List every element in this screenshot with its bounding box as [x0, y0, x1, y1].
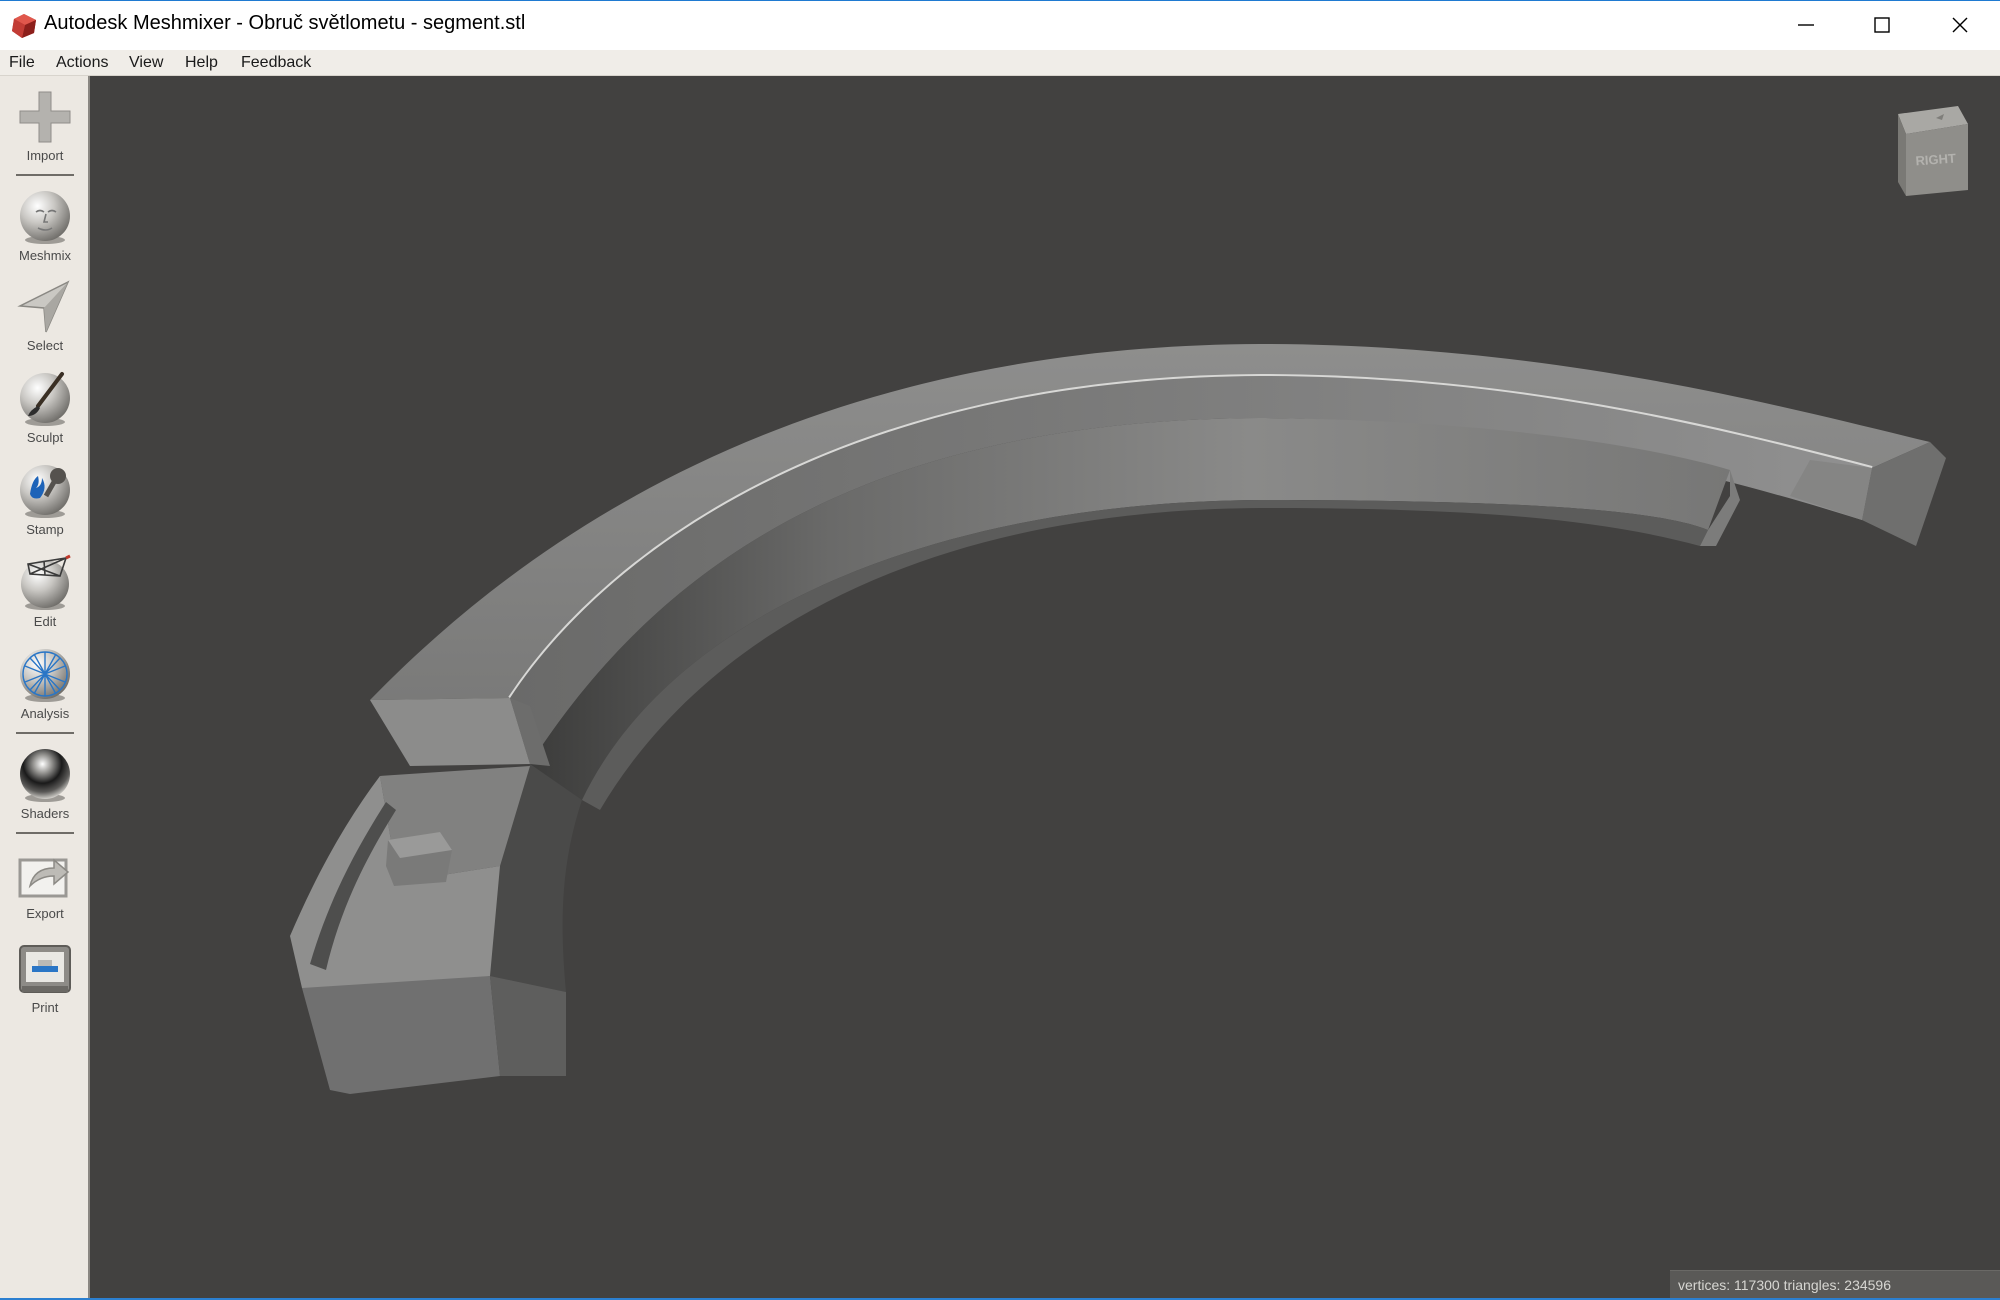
tool-sculpt[interactable]: Sculpt: [0, 370, 90, 454]
plus-icon: [19, 91, 71, 143]
tool-label: Analysis: [20, 706, 70, 721]
face-sphere-icon: [20, 191, 70, 244]
close-button[interactable]: [1922, 1, 1998, 49]
menu-actions[interactable]: Actions: [56, 54, 108, 72]
tool-label: Shaders: [20, 806, 70, 821]
export-arrow-icon: [18, 858, 70, 898]
3d-viewport[interactable]: RIGHT vertices: 117300 triangles: 234596: [90, 76, 2000, 1298]
tool-label: Stamp: [26, 522, 64, 537]
wireframe-sphere-icon: [21, 554, 71, 610]
toolbar-divider: [16, 174, 74, 176]
stamp-sphere-icon: [20, 465, 70, 518]
maximize-icon: [1874, 17, 1890, 33]
mesh-stats: vertices: 117300 triangles: 234596: [1678, 1277, 1891, 1293]
viewcube-face-label: RIGHT: [1915, 151, 1956, 169]
tool-label: Print: [31, 1000, 59, 1015]
menu-bar: File Actions View Help Feedback: [0, 50, 2000, 76]
tool-import[interactable]: Import: [0, 88, 90, 172]
mesh-sphere-icon: [20, 649, 70, 702]
tool-edit[interactable]: Edit: [0, 554, 90, 638]
tool-label: Edit: [33, 614, 57, 629]
viewcube[interactable]: RIGHT: [1884, 100, 1974, 208]
chrome-sphere-icon: [20, 749, 70, 802]
toolbar-divider: [16, 732, 74, 734]
menu-file[interactable]: File: [9, 54, 35, 72]
tool-label: Export: [26, 906, 64, 921]
menu-feedback[interactable]: Feedback: [241, 54, 311, 72]
meshmixer-logo-icon: [12, 14, 36, 38]
tool-analysis[interactable]: Analysis: [0, 646, 90, 730]
tool-label: Sculpt: [26, 430, 64, 445]
minimize-icon: [1798, 24, 1814, 26]
printer-icon: [19, 945, 71, 993]
arrow-cursor-icon: [17, 280, 70, 333]
tool-export[interactable]: Export: [0, 846, 90, 930]
tool-select[interactable]: Select: [0, 278, 90, 362]
window-title: Autodesk Meshmixer - Obruč světlometu - …: [44, 12, 526, 34]
title-bar: Autodesk Meshmixer - Obruč světlometu - …: [0, 0, 2000, 50]
tool-meshmix[interactable]: Meshmix: [0, 188, 90, 272]
close-icon: [1952, 17, 1968, 33]
tool-stamp[interactable]: Stamp: [0, 462, 90, 546]
brush-sphere-icon: [20, 372, 70, 426]
tool-print[interactable]: Print: [0, 940, 90, 1024]
tool-label: Meshmix: [18, 248, 71, 263]
mesh-model[interactable]: [90, 76, 2000, 1298]
maximize-button[interactable]: [1844, 1, 1920, 49]
status-bar: vertices: 117300 triangles: 234596: [1670, 1270, 2000, 1298]
tool-label: Select: [26, 338, 64, 353]
minimize-button[interactable]: [1768, 1, 1844, 49]
menu-view[interactable]: View: [129, 54, 163, 72]
toolbar-divider: [16, 832, 74, 834]
left-toolbar: Import Meshmix Select Sculpt Stamp Edit …: [0, 76, 90, 1300]
tool-label: Import: [26, 148, 64, 163]
tool-shaders[interactable]: Shaders: [0, 746, 90, 830]
menu-help[interactable]: Help: [185, 54, 218, 72]
